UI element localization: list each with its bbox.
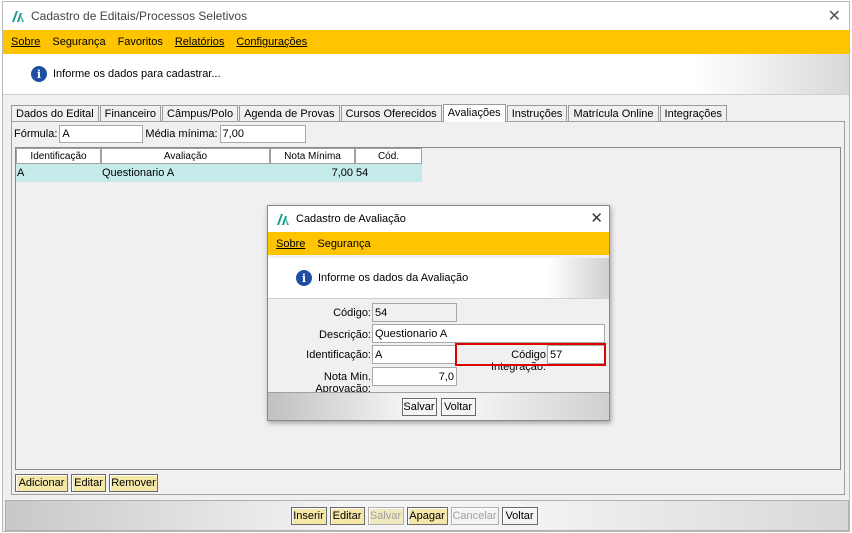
cell-avaliacao: Questionario A — [102, 167, 175, 179]
remover-button[interactable]: Remover — [109, 474, 158, 492]
title-bar: Cadastro de Editais/Processos Seletivos … — [3, 2, 849, 30]
tab-instrucoes[interactable]: Instruções — [506, 105, 568, 122]
tab-integracoes[interactable]: Integrações — [659, 105, 728, 122]
column-header-avaliacao[interactable]: Avaliação — [101, 148, 270, 164]
adicionar-button[interactable]: Adicionar — [15, 474, 68, 492]
tab-campus-polo[interactable]: Câmpus/Polo — [162, 105, 239, 122]
dialog-menu-seguranca[interactable]: Segurança — [317, 238, 370, 250]
formula-row: Fórmula: A Média mínima: 7,00 — [14, 125, 306, 143]
dialog-voltar-button[interactable]: Voltar — [440, 397, 476, 416]
editar-button[interactable]: Editar — [329, 506, 365, 525]
dialog-menu-bar: Sobre Segurança — [268, 232, 609, 255]
media-minima-field[interactable]: 7,00 — [219, 125, 306, 143]
tab-matricula-online[interactable]: Matrícula Online — [568, 105, 659, 122]
info-bar: i Informe os dados para cadastrar... — [3, 54, 849, 95]
identificacao-field[interactable]: A — [372, 345, 457, 364]
tab-strip: Dados do Edital Financeiro Câmpus/Polo A… — [11, 104, 728, 122]
grid-header: Identificação Avaliação Nota Mínima Cód. — [16, 148, 840, 164]
dialog-menu-sobre[interactable]: Sobre — [276, 238, 305, 250]
descricao-label: Descrição: — [319, 329, 371, 341]
table-row[interactable]: A Questionario A 7,00 54 — [16, 164, 422, 182]
menu-sobre[interactable]: Sobre — [11, 36, 40, 48]
editar-grid-button[interactable]: Editar — [71, 474, 106, 492]
window-title: Cadastro de Editais/Processos Seletivos — [31, 9, 248, 23]
dialog-info-bar: i Informe os dados da Avaliação — [268, 258, 609, 299]
cancelar-button[interactable]: Cancelar — [450, 506, 499, 525]
menu-configuracoes[interactable]: Configurações — [236, 36, 307, 48]
descricao-field[interactable]: Questionario A — [372, 324, 605, 343]
app-logo-icon — [12, 11, 24, 22]
nota-min-aprovacao-field[interactable]: 7,0 — [372, 367, 457, 386]
formula-field[interactable]: A — [59, 125, 144, 143]
tab-agenda-de-provas[interactable]: Agenda de Provas — [239, 105, 340, 122]
column-header-cod[interactable]: Cód. — [355, 148, 422, 164]
salvar-button[interactable]: Salvar — [367, 506, 404, 525]
column-header-nota-minima[interactable]: Nota Mínima — [270, 148, 355, 164]
codigo-integracao-highlight — [455, 343, 606, 366]
tab-avaliacoes[interactable]: Avaliações — [442, 104, 506, 122]
dialog-title-bar: Cadastro de Avaliação ✕ — [268, 206, 609, 232]
close-icon[interactable]: ✕ — [828, 6, 841, 26]
menu-favoritos[interactable]: Favoritos — [118, 36, 163, 48]
dialog-info-message: Informe os dados da Avaliação — [318, 272, 469, 284]
info-icon: i — [31, 66, 47, 82]
tab-dados-do-edital[interactable]: Dados do Edital — [11, 105, 99, 122]
column-header-identificacao[interactable]: Identificação — [16, 148, 101, 164]
menu-seguranca[interactable]: Segurança — [52, 36, 105, 48]
dialog-salvar-button[interactable]: Salvar — [401, 397, 437, 416]
cell-cod: 54 — [356, 167, 369, 179]
inserir-button[interactable]: Inserir — [290, 506, 327, 525]
cell-identificacao: A — [17, 167, 25, 179]
tab-cursos-oferecidos[interactable]: Cursos Oferecidos — [340, 105, 442, 122]
dialog-title: Cadastro de Avaliação — [296, 213, 406, 225]
tab-financeiro[interactable]: Financeiro — [99, 105, 162, 122]
menu-bar: Sobre Segurança Favoritos Relatórios Con… — [3, 30, 849, 54]
info-message: Informe os dados para cadastrar... — [53, 68, 221, 80]
cell-nota-minima: 7,00 — [331, 167, 353, 179]
app-logo-icon — [277, 214, 289, 225]
voltar-button[interactable]: Voltar — [501, 506, 538, 525]
codigo-label: Código: — [333, 307, 371, 319]
menu-relatorios[interactable]: Relatórios — [175, 36, 225, 48]
formula-label: Fórmula: — [14, 128, 58, 140]
media-minima-label: Média mínima: — [145, 128, 218, 140]
cadastro-avaliacao-dialog: Cadastro de Avaliação ✕ Sobre Segurança … — [267, 205, 610, 421]
apagar-button[interactable]: Apagar — [406, 506, 448, 525]
dialog-close-icon[interactable]: ✕ — [590, 209, 603, 227]
identificacao-label: Identificação: — [306, 349, 371, 361]
grid-buttons: Adicionar Editar Remover — [15, 474, 158, 492]
dialog-footer: Salvar Voltar — [268, 392, 609, 420]
footer-toolbar: Inserir Editar Salvar Apagar Cancelar Vo… — [5, 500, 849, 531]
info-icon: i — [296, 270, 312, 286]
codigo-field: 54 — [372, 303, 457, 322]
